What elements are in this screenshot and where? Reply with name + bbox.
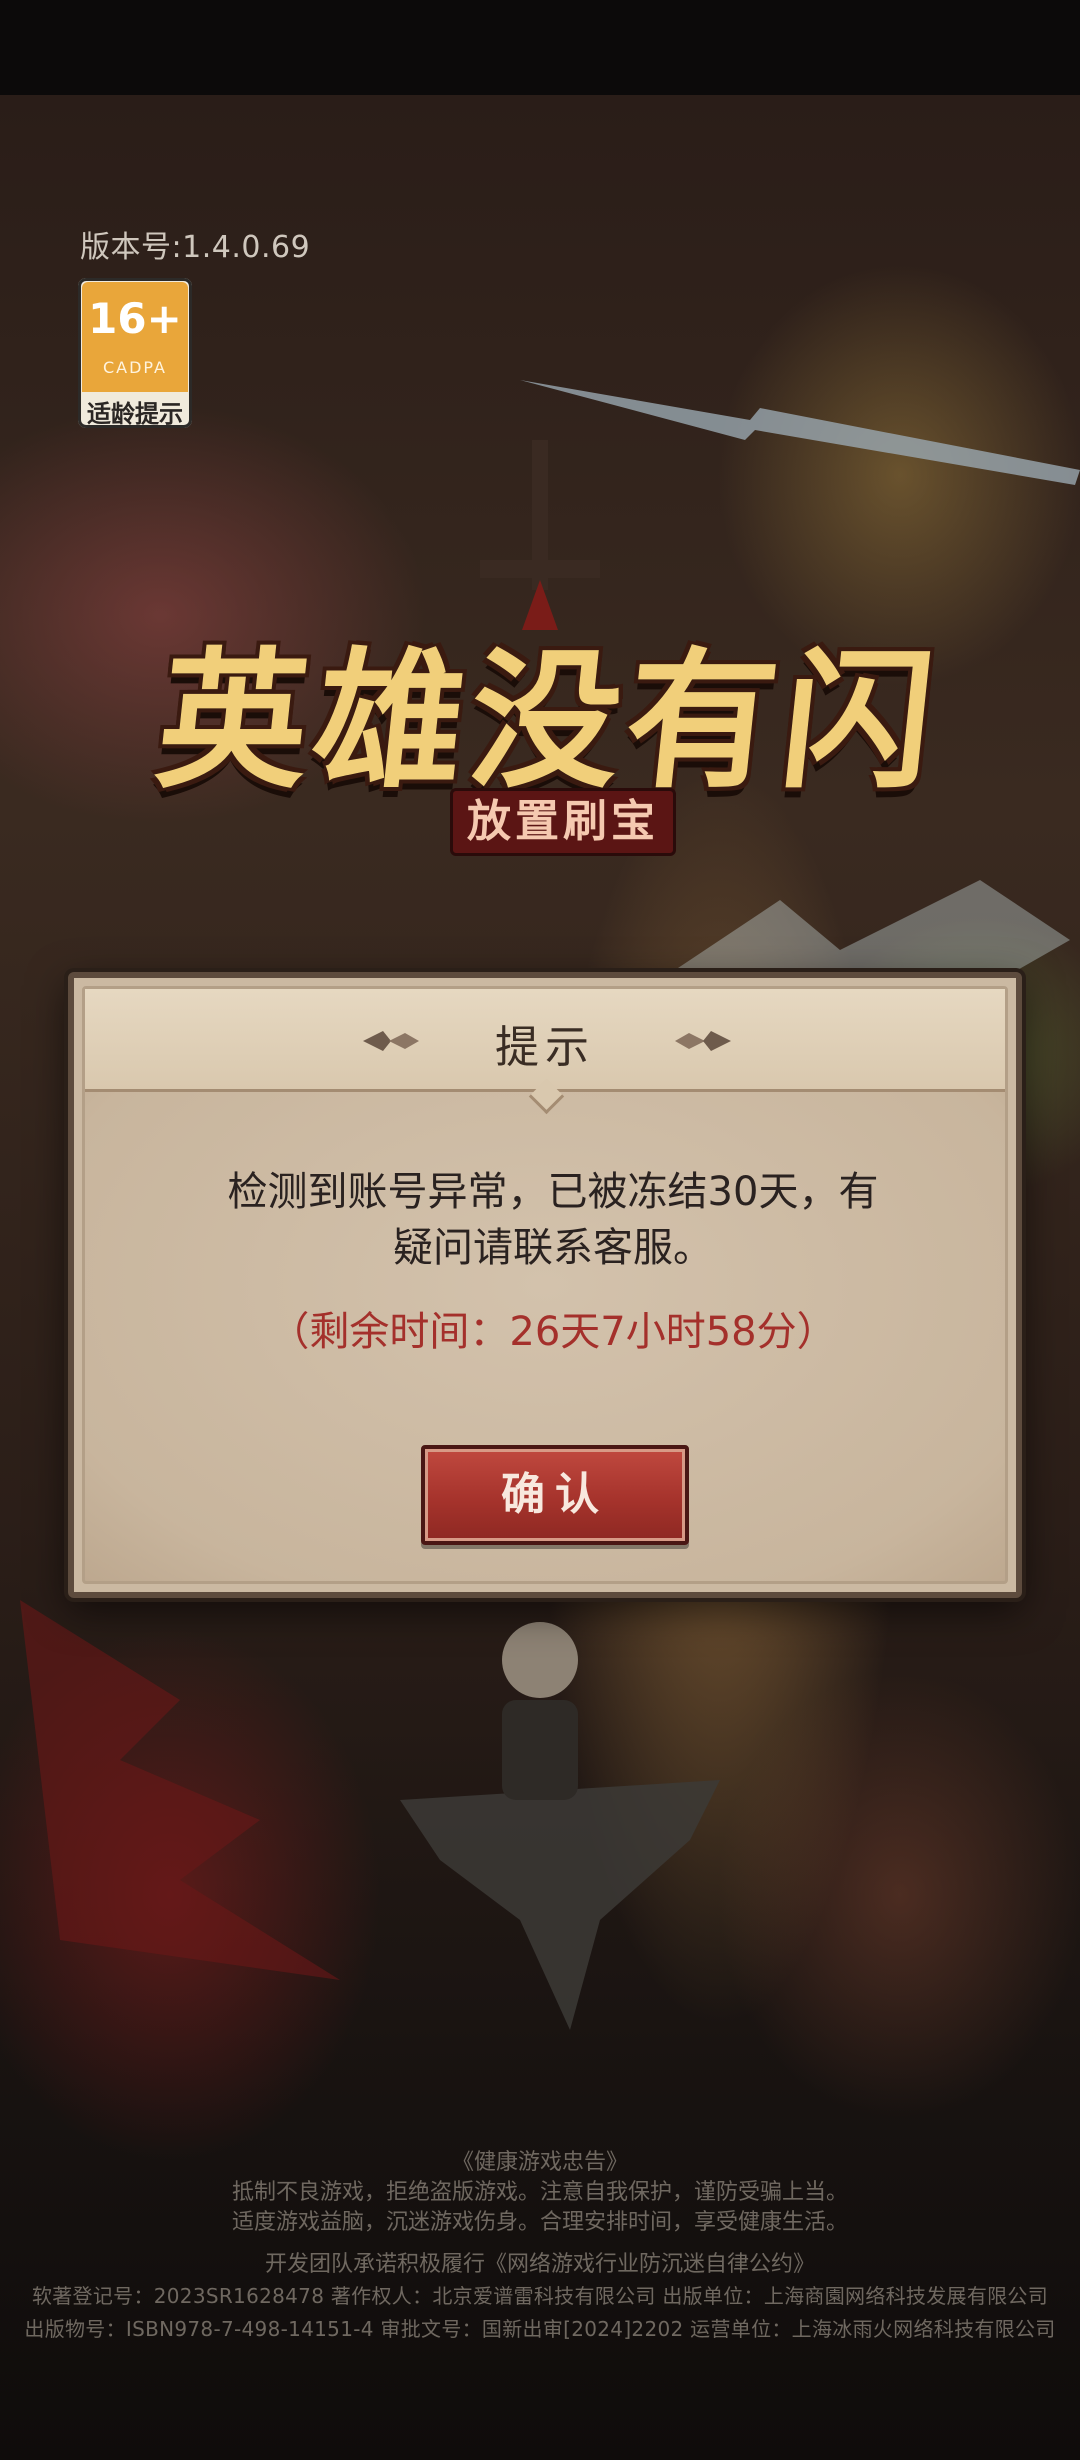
dialog-body: 提示 检测到账号异常，已被冻结30天，有 疑问请联系客服。 （剩余时间：26天7… [82,986,1008,1584]
dialog-title: 提示 [495,1022,595,1073]
age-rating-top: 16+ CADPA [82,282,188,392]
dialog-message: 检测到账号异常，已被冻结30天，有 疑问请联系客服。 [175,1164,931,1276]
age-rating-badge[interactable]: 16+ CADPA 适龄提示 [78,278,192,428]
demon-claw-decoration [0,1560,420,2060]
logo-title: 英雄没有闪 [149,633,948,809]
health-advice-title: 《健康游戏忠告》 [451,2150,628,2175]
logo-subtitle: 放置刷宝 [450,788,676,856]
right-ornament-icon [675,1031,731,1051]
dialog-message-line-1: 检测到账号异常，已被冻结30天，有 [227,1169,879,1215]
confirm-button[interactable]: 确认 [421,1445,689,1545]
remaining-time-text: （剩余时间：26天7小时58分） [269,1309,837,1355]
dialog-message-line-2: 疑问请联系客服。 [393,1225,713,1271]
dialog-header: 提示 [85,989,1005,1092]
floating-rock-decoration [400,1780,720,2040]
health-advice-line-2: 适度游戏益脑，沉迷游戏伤身。合理安排时间，享受健康生活。 [231,2210,848,2235]
age-rating-tip: 适龄提示 [87,400,183,428]
age-rating-number: 16+ [88,294,182,343]
anti-addiction-pledge: 开发团队承诺积极履行《网络游戏行业防沉迷自律公约》 [264,2252,815,2277]
hero-figure-decoration [470,1610,610,1810]
health-advice-line-1: 抵制不良游戏，拒绝盗版游戏。注意自我保护，谨防受骗上当。 [231,2180,848,2205]
version-number: 版本号:1.4.0.69 [80,230,311,265]
game-logo: 英雄没有闪 放置刷宝 [130,440,950,860]
copyright-info: 软著登记号：2023SR1628478 著作权人：北京爱谱雷科技有限公司 出版单… [31,2284,1049,2308]
age-rating-org: CADPA [102,358,167,377]
notice-dialog: 提示 检测到账号异常，已被冻结30天，有 疑问请联系客服。 （剩余时间：26天7… [68,972,1022,1598]
health-notice-footer: 《健康游戏忠告》 抵制不良游戏，拒绝盗版游戏。注意自我保护，谨防受骗上当。 适度… [0,2148,1080,2346]
publication-info: 出版物号：ISBN978-7-498-14151-4 审批文号：国新出审[202… [24,2317,1056,2341]
